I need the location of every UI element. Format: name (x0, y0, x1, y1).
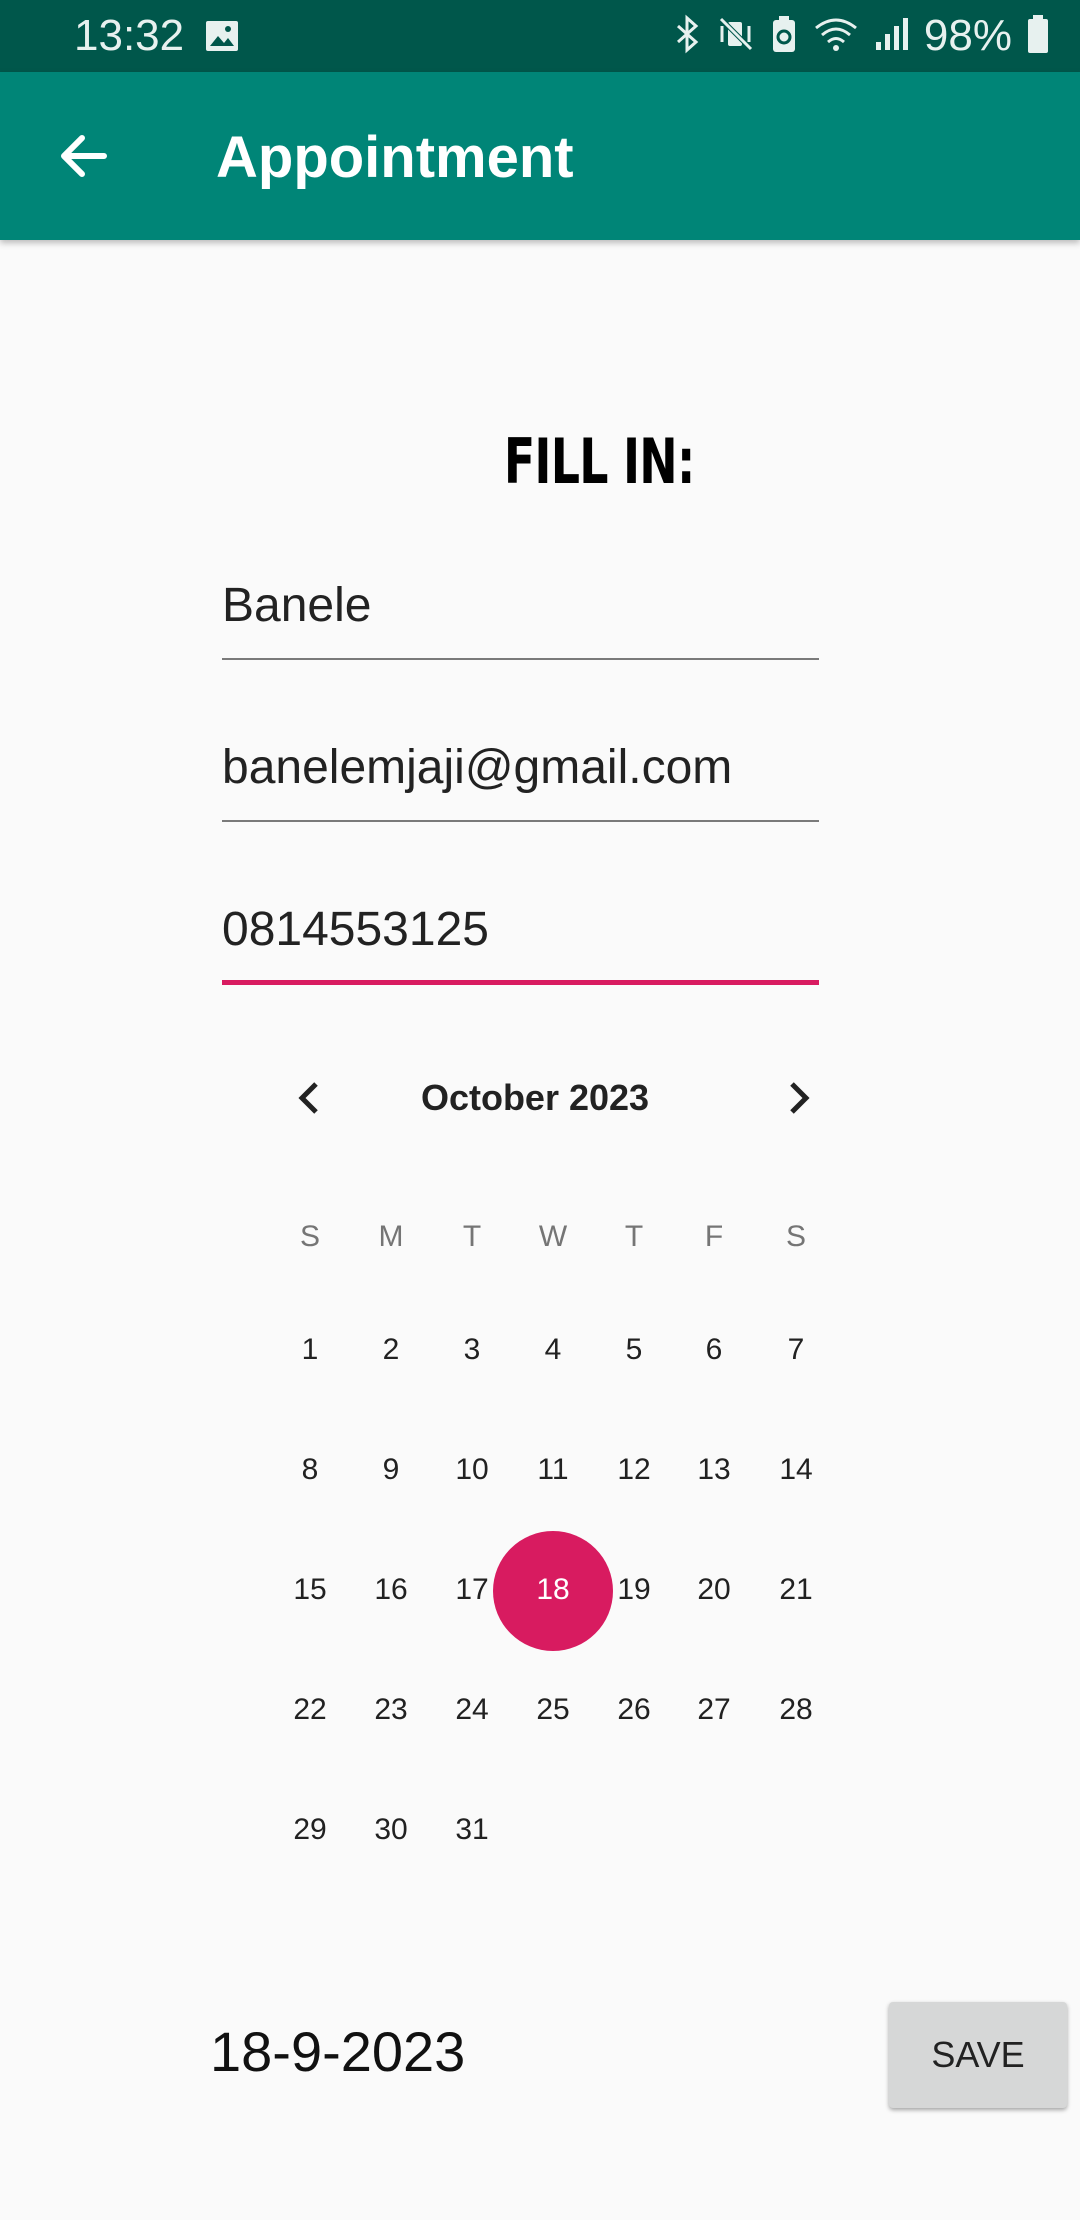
mute-vibrate-icon (716, 14, 756, 59)
toolbar-title: Appointment (216, 125, 574, 190)
calendar-day[interactable]: 17 (432, 1560, 512, 1620)
calendar-day[interactable]: 26 (594, 1680, 674, 1740)
name-field-value: Banele (222, 579, 372, 632)
day-of-week-label: S (299, 1220, 320, 1253)
back-arrow-icon[interactable] (50, 126, 116, 186)
phone-field[interactable]: 0814553125 (222, 900, 819, 985)
email-field[interactable]: banelemjaji@gmail.com (222, 738, 819, 822)
calendar-day[interactable]: 29 (270, 1800, 350, 1860)
calendar-month-label: October 2023 (420, 1077, 650, 1118)
calendar-day[interactable]: 3 (432, 1320, 512, 1380)
battery-percent: 98% (923, 11, 1012, 60)
email-field-underline (222, 820, 819, 822)
calendar-day[interactable]: 14 (756, 1440, 836, 1500)
calendar-day[interactable]: 24 (432, 1680, 512, 1740)
calendar-day[interactable]: 21 (756, 1560, 836, 1620)
email-field-value: banelemjaji@gmail.com (222, 741, 733, 794)
calendar-day[interactable]: 5 (594, 1320, 674, 1380)
calendar-day[interactable]: 28 (756, 1680, 836, 1740)
calendar-day[interactable]: 2 (351, 1320, 431, 1380)
signal-icon (874, 14, 910, 59)
calendar-day[interactable]: 19 (594, 1560, 674, 1620)
save-button[interactable]: SAVE (889, 2002, 1067, 2108)
calendar-day[interactable]: 20 (674, 1560, 754, 1620)
calendar-day[interactable]: 15 (270, 1560, 350, 1620)
calendar-day-selected[interactable]: 18 (513, 1560, 593, 1620)
name-field[interactable]: Banele (222, 576, 819, 660)
previous-month-chevron-icon[interactable] (292, 1080, 328, 1121)
calendar-day[interactable]: 23 (351, 1680, 431, 1740)
calendar-day[interactable]: 31 (432, 1800, 512, 1860)
calendar-day[interactable]: 12 (594, 1440, 674, 1500)
image-notification-icon (204, 18, 240, 59)
day-of-week-label: W (538, 1220, 568, 1253)
day-of-week-label: T (624, 1220, 644, 1253)
calendar-day[interactable]: 13 (674, 1440, 754, 1500)
calendar-day[interactable]: 30 (351, 1800, 431, 1860)
next-month-chevron-icon[interactable] (780, 1080, 816, 1121)
calendar-header: October 2023 (280, 1068, 820, 1128)
calendar-day[interactable]: 16 (351, 1560, 431, 1620)
calendar-day[interactable]: 9 (351, 1440, 431, 1500)
selected-date-text: 18-9-2023 (210, 2020, 466, 2083)
day-of-week-label: T (462, 1220, 482, 1253)
calendar-day[interactable]: 1 (270, 1320, 350, 1380)
day-of-week-label: S (785, 1220, 806, 1253)
day-of-week-label: M (378, 1220, 404, 1253)
calendar-day[interactable]: 6 (674, 1320, 754, 1380)
day-of-week-label: F (704, 1220, 724, 1253)
phone-field-value: 0814553125 (222, 903, 489, 956)
battery-icon (1026, 13, 1050, 60)
calendar-day[interactable]: 25 (513, 1680, 593, 1740)
phone-field-underline (222, 980, 819, 985)
app-toolbar: Appointment (0, 72, 1080, 240)
calendar-day[interactable]: 27 (674, 1680, 754, 1740)
status-time: 13:32 (74, 11, 185, 60)
form-heading: FILL IN: (503, 425, 695, 498)
wifi-icon (812, 14, 860, 59)
calendar-day[interactable]: 11 (513, 1440, 593, 1500)
bluetooth-icon (674, 14, 702, 59)
calendar-day[interactable]: 7 (756, 1320, 836, 1380)
calendar-day[interactable]: 22 (270, 1680, 350, 1740)
battery-saver-icon (770, 14, 798, 59)
calendar-day[interactable]: 4 (513, 1320, 593, 1380)
calendar-day[interactable]: 10 (432, 1440, 512, 1500)
name-field-underline (222, 658, 819, 660)
calendar-day[interactable]: 8 (270, 1440, 350, 1500)
status-icons: 98% (674, 10, 1050, 62)
status-bar: 13:32 98% (0, 0, 1080, 72)
